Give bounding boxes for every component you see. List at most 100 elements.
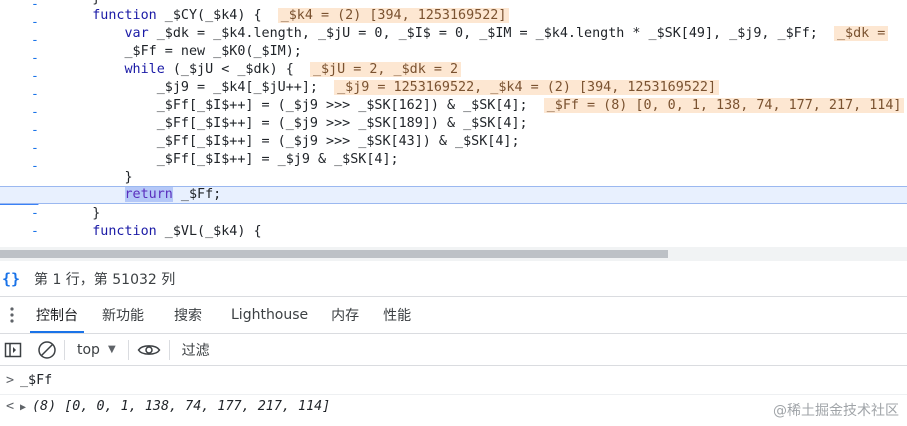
gutter-line[interactable]: - bbox=[0, 205, 50, 223]
code-text: _$Ff[_$I$++] = (_$j9 >>> _$SK[43]) & _$S… bbox=[60, 134, 520, 149]
code-text: } bbox=[60, 0, 100, 6]
gutter-line[interactable]: - bbox=[0, 0, 50, 14]
gutter-mark: - bbox=[31, 51, 39, 66]
code-text: _$Ff = new _$K0(_$IM); bbox=[60, 44, 302, 59]
gutter-mark: - bbox=[31, 69, 39, 84]
inline-value-hint: _$jU = 2, _$dk = 2 bbox=[309, 62, 462, 77]
code-text: _$Ff; bbox=[172, 187, 222, 202]
result-prompt-icon: < bbox=[5, 399, 15, 414]
console-result-value: (8) [0, 0, 1, 138, 74, 177, 217, 114] bbox=[32, 399, 331, 414]
inline-value-hint: _$k4 = (2) [394, 1253169522] bbox=[277, 8, 510, 23]
gutter-mark: - bbox=[31, 224, 39, 239]
keyword: function bbox=[92, 8, 157, 23]
context-selector[interactable]: top ▼ bbox=[71, 342, 122, 358]
gutter-line[interactable]: - bbox=[0, 104, 50, 122]
code-area[interactable]: } function _$CY(_$k4) { _$k4 = (2) [394,… bbox=[0, 0, 907, 247]
console-output: > _$Ff < ▶ (8) [0, 0, 1, 138, 74, 177, 217,… bbox=[0, 366, 907, 426]
toolbar-divider bbox=[127, 339, 129, 360]
pretty-print-icon[interactable]: {} bbox=[2, 270, 28, 288]
code-line: function _$CY(_$k4) { _$k4 = (2) [394, 1… bbox=[60, 7, 907, 25]
toolbar-divider bbox=[168, 339, 170, 360]
drawer-tabbar: 控制台 新功能 搜索 Lighthouse 内存 性能 bbox=[0, 297, 907, 334]
gutter-mark: - bbox=[31, 0, 39, 12]
tab-memory[interactable]: 内存 bbox=[319, 297, 371, 333]
context-selector-label: top bbox=[77, 341, 100, 358]
code-line: _$Ff[_$I$++] = _$j9 & _$SK[4]; bbox=[60, 151, 907, 169]
live-expression-eye-icon[interactable] bbox=[135, 340, 163, 360]
code-line: _$Ff = new _$K0(_$IM); bbox=[60, 43, 907, 61]
code-text: (_$jU < _$dk) { bbox=[164, 62, 294, 77]
console-toolbar: top ▼ 过滤 bbox=[0, 334, 907, 366]
code-line: } bbox=[60, 205, 907, 223]
code-line: _$Ff[_$I$++] = (_$j9 >>> _$SK[189]) & _$… bbox=[60, 115, 907, 133]
gutter-mark: - bbox=[31, 159, 39, 174]
keyword: var bbox=[124, 26, 149, 41]
code-line: _$Ff[_$I$++] = (_$j9 >>> _$SK[43]) & _$S… bbox=[60, 133, 907, 151]
keyword: while bbox=[124, 62, 165, 77]
gutter-mark: - bbox=[31, 105, 39, 120]
watermark: @稀土掘金技术社区 bbox=[773, 403, 899, 419]
gutter-line[interactable]: - bbox=[0, 50, 50, 68]
code-line: function _$VL(_$k4) { bbox=[60, 223, 907, 241]
gutter-mark: - bbox=[31, 206, 39, 221]
code-line: while (_$jU < _$dk) { _$jU = 2, _$dk = 2 bbox=[60, 61, 907, 79]
line-gutter[interactable]: - - - - - - - - - - - - - bbox=[0, 0, 50, 247]
gutter-mark: - bbox=[31, 123, 39, 138]
expand-triangle-icon[interactable]: ▶ bbox=[20, 396, 32, 420]
code-text: _$VL(_$k4) { bbox=[156, 224, 262, 239]
horizontal-scrollbar[interactable] bbox=[0, 247, 907, 261]
code-text: _$CY(_$k4) { bbox=[156, 8, 262, 23]
tab-whats-new[interactable]: 新功能 bbox=[90, 297, 156, 333]
gutter-line[interactable]: - bbox=[0, 158, 50, 176]
console-input-entry: > _$Ff bbox=[0, 369, 907, 393]
inline-value-hint: _$j9 = 1253169522, _$k4 = (2) [394, 1253… bbox=[334, 80, 720, 95]
console-input-text: _$Ff bbox=[20, 373, 53, 388]
inline-value-hint: _$Ff = (8) [0, 0, 1, 138, 74, 177, 217, … bbox=[543, 98, 905, 113]
editor-status-bar: {} 第 1 行，第 51032 列 bbox=[0, 261, 907, 297]
toolbar-divider bbox=[64, 339, 65, 360]
inline-value-hint: _$dk = bbox=[833, 26, 889, 41]
source-editor[interactable]: - - - - - - - - - - - - - } function _$C… bbox=[0, 0, 907, 247]
code-text: } bbox=[60, 170, 133, 185]
cursor-position: 第 1 行，第 51032 列 bbox=[34, 271, 176, 288]
tab-search[interactable]: 搜索 bbox=[156, 297, 220, 333]
tab-lighthouse[interactable]: Lighthouse bbox=[220, 297, 319, 333]
filter-input[interactable]: 过滤 bbox=[182, 340, 210, 360]
gutter-line[interactable]: - bbox=[0, 140, 50, 158]
gutter-mark: - bbox=[31, 15, 39, 30]
input-prompt-icon: > bbox=[5, 373, 15, 388]
gutter-line[interactable]: - bbox=[0, 122, 50, 140]
gutter-line[interactable]: - bbox=[0, 32, 50, 50]
tab-performance[interactable]: 性能 bbox=[371, 297, 423, 333]
code-text: _$j9 = _$k4[_$jU++]; bbox=[60, 80, 318, 95]
code-text: _$dk = _$k4.length, _$jU = 0, _$I$ = 0, … bbox=[148, 26, 818, 41]
code-text: _$Ff[_$I$++] = (_$j9 >>> _$SK[189]) & _$… bbox=[60, 116, 528, 131]
gutter-line[interactable]: - bbox=[0, 14, 50, 32]
code-text: } bbox=[60, 206, 101, 221]
clear-console-icon[interactable] bbox=[36, 340, 58, 360]
sidebar-toggle-icon[interactable] bbox=[2, 340, 24, 360]
gutter-mark: - bbox=[31, 87, 39, 102]
dropdown-arrow-icon: ▼ bbox=[107, 344, 116, 355]
code-line: } bbox=[60, 169, 907, 187]
code-text: _$Ff[_$I$++] = (_$j9 >>> _$SK[162]) & _$… bbox=[60, 98, 528, 113]
gutter-line[interactable]: - bbox=[0, 68, 50, 86]
tab-console[interactable]: 控制台 bbox=[24, 297, 90, 333]
code-line: _$Ff[_$I$++] = (_$j9 >>> _$SK[162]) & _$… bbox=[60, 97, 907, 115]
gutter-line[interactable]: - bbox=[0, 223, 50, 241]
gutter-mark: - bbox=[31, 141, 39, 156]
code-line: _$j9 = _$k4[_$jU++]; _$j9 = 1253169522, … bbox=[60, 79, 907, 97]
current-execution-line: return _$Ff; bbox=[0, 186, 907, 204]
code-line: var _$dk = _$k4.length, _$jU = 0, _$I$ =… bbox=[60, 25, 907, 43]
console-result-entry[interactable]: < ▶ (8) [0, 0, 1, 138, 74, 177, 217, 114] bbox=[0, 394, 907, 418]
more-options-icon[interactable] bbox=[0, 297, 24, 333]
gutter-mark: - bbox=[31, 33, 39, 48]
code-text: _$Ff[_$I$++] = _$j9 & _$SK[4]; bbox=[60, 152, 399, 167]
gutter-line[interactable]: - bbox=[0, 86, 50, 104]
keyword-return: return bbox=[124, 187, 173, 202]
keyword: function bbox=[92, 224, 157, 239]
scrollbar-thumb[interactable] bbox=[0, 250, 668, 258]
